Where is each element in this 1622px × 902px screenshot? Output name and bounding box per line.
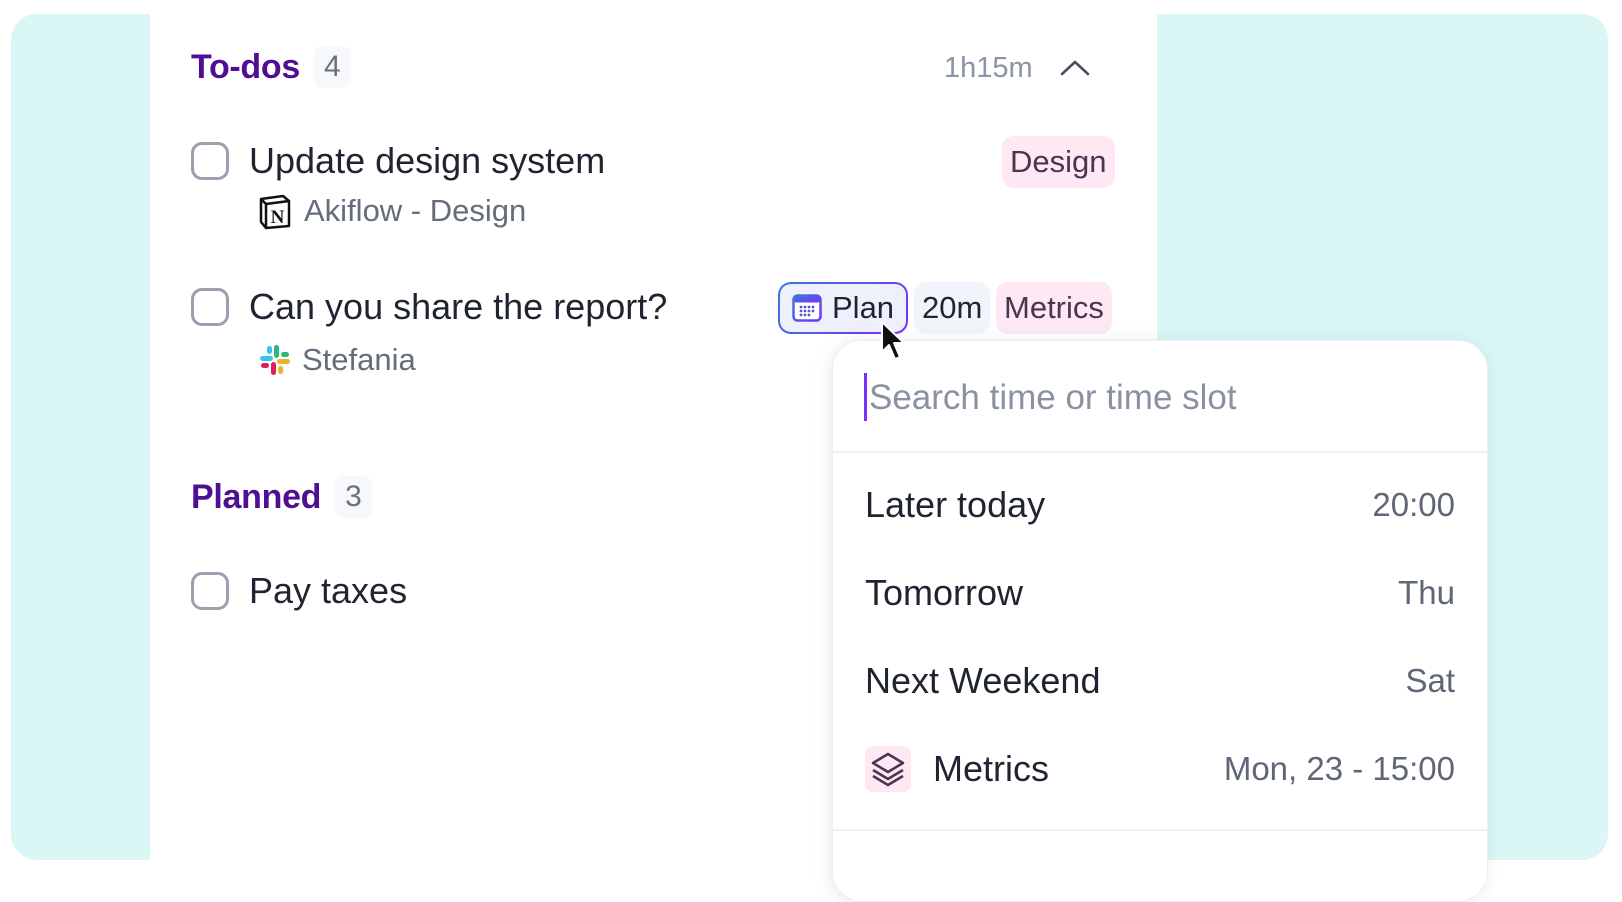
task-title[interactable]: Can you share the report?	[249, 286, 667, 328]
option-label: Tomorrow	[865, 572, 1024, 613]
option-value: 20:00	[1372, 486, 1455, 523]
planned-section-header: Planned 3	[191, 476, 372, 518]
slack-icon	[260, 345, 290, 375]
option-label: Metrics	[933, 748, 1049, 789]
calendar-icon	[792, 294, 822, 322]
plan-popover: Later today 20:00 Tomorrow Thu Next Week…	[832, 340, 1488, 902]
option-value: Thu	[1398, 574, 1455, 611]
task-source-label: Stefania	[302, 342, 416, 377]
option-label: Next Weekend	[865, 660, 1101, 701]
option-label: Later today	[865, 484, 1046, 525]
task-item: Update design system	[191, 140, 605, 182]
task-checkbox[interactable]	[191, 142, 229, 180]
popover-search-row	[833, 341, 1487, 453]
mouse-cursor-icon	[881, 321, 905, 360]
task-checkbox[interactable]	[191, 572, 229, 610]
option-tomorrow[interactable]: Tomorrow Thu	[833, 549, 1487, 637]
time-search-input[interactable]	[865, 371, 1431, 425]
task-item: Can you share the report?	[191, 286, 667, 328]
todos-count-badge: 4	[313, 46, 351, 88]
planned-title: Planned	[191, 477, 322, 516]
popover-divider	[833, 829, 1487, 831]
notion-icon: N	[259, 194, 291, 230]
svg-text:N: N	[271, 207, 285, 228]
task-title[interactable]: Update design system	[249, 140, 605, 182]
duration-badge[interactable]: 20m	[914, 282, 991, 334]
option-next-weekend[interactable]: Next Weekend Sat	[833, 637, 1487, 725]
task-title[interactable]: Pay taxes	[249, 570, 407, 612]
task-checkbox[interactable]	[191, 288, 229, 326]
chevron-up-icon[interactable]	[1058, 56, 1092, 80]
option-value: Mon, 23 - 15:00	[1223, 750, 1455, 787]
option-value: Sat	[1405, 662, 1455, 699]
option-later-today[interactable]: Later today 20:00	[833, 461, 1487, 549]
option-metrics-slot[interactable]: Metrics Mon, 23 - 15:00	[833, 725, 1487, 813]
todos-title: To-dos	[191, 47, 300, 86]
layers-icon	[865, 746, 911, 792]
todos-total-duration: 1h15m	[944, 52, 1033, 84]
todos-section-header: To-dos 4	[191, 46, 351, 88]
task-source-label: Akiflow - Design	[304, 193, 527, 228]
planned-count-badge: 3	[335, 476, 372, 518]
task-source: N Akiflow - Design	[256, 192, 526, 230]
task-item: Pay taxes	[191, 570, 407, 612]
tag-metrics[interactable]: Metrics	[996, 282, 1112, 334]
tag-design[interactable]: Design	[1002, 136, 1115, 188]
task-source: Stefania	[258, 342, 416, 378]
